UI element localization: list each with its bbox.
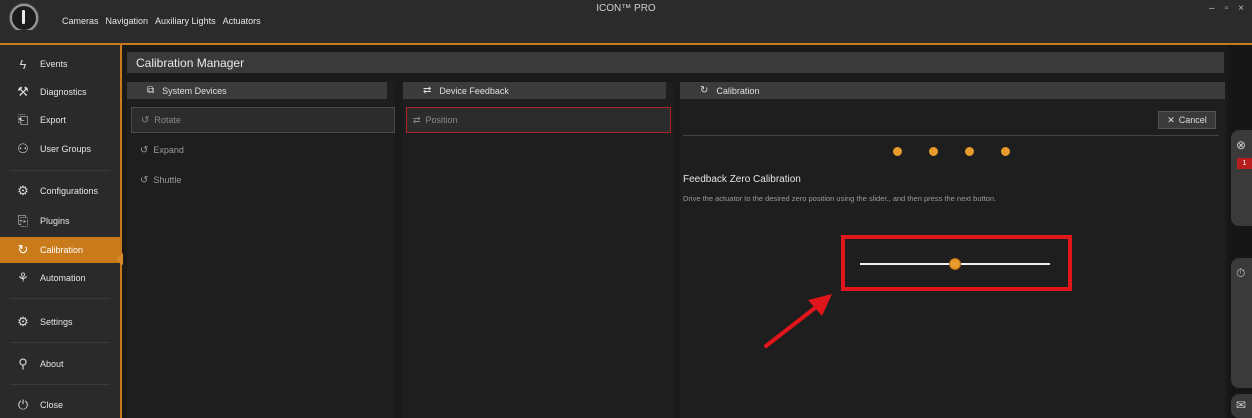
devices-icon: ⧉ (147, 85, 155, 96)
menu-bar (0, 30, 1252, 43)
sidebar-item-events[interactable]: ϟ Events (0, 51, 120, 77)
device-item-expand[interactable]: ↺ Expand (131, 137, 395, 163)
sidebar-divider (10, 298, 110, 299)
sidebar-item-label: Events (40, 59, 68, 69)
timer-icon: ⏱ (1236, 266, 1246, 280)
system-devices-panel: ⧉ System Devices ↺ Rotate ↺ Expand ↺ Shu… (127, 82, 395, 418)
device-label: Rotate (154, 115, 181, 125)
page-title: Calibration Manager (136, 56, 245, 70)
sidebar-divider (10, 170, 110, 171)
device-label: Shuttle (153, 175, 182, 185)
sidebar-item-label: Settings (40, 317, 73, 327)
settings-icon: ⚙ (17, 314, 29, 329)
window-controls: – ▫ × (1209, 3, 1244, 14)
nav-auxiliary-lights[interactable]: Auxiliary Lights (155, 16, 216, 30)
minimize-button[interactable]: – (1209, 3, 1215, 14)
rotate-icon: ↺ (140, 144, 149, 156)
divider (683, 135, 1219, 136)
sidebar: ϟ Events ⚒ Diagnostics ⎗ Export ⚇ User G… (0, 45, 122, 418)
nav-navigation[interactable]: Navigation (106, 16, 149, 30)
nav-cameras[interactable]: Cameras (62, 16, 99, 30)
sidebar-divider (10, 342, 110, 343)
sidebar-item-label: About (40, 359, 64, 369)
sidebar-item-label: Close (40, 400, 64, 410)
automation-icon: ⚘ (17, 270, 29, 285)
calibration-heading: Feedback Zero Calibration (683, 174, 801, 185)
device-feedback-panel: ⇄ Device Feedback ⇄ Position (403, 82, 673, 418)
device-label: Expand (153, 145, 184, 155)
panel-header: ⧉ System Devices (127, 82, 387, 99)
step-indicator (893, 147, 1010, 156)
step-dot (893, 147, 902, 156)
plugin-icon: ⎘ (17, 213, 29, 228)
feedback-icon: ⇄ (413, 114, 421, 125)
sidebar-item-label: Automation (40, 273, 86, 283)
about-icon: ⚲ (18, 356, 28, 371)
sidebar-item-diagnostics[interactable]: ⚒ Diagnostics (0, 79, 120, 105)
users-icon: ⚇ (17, 141, 29, 156)
panel-title: Calibration (716, 85, 760, 96)
panel-header: ⇄ Device Feedback (403, 82, 666, 99)
gears-icon: ⚙ (17, 183, 29, 198)
slider-highlight-box (841, 235, 1072, 291)
sidebar-item-plugins[interactable]: ⎘ Plugins (0, 208, 120, 234)
close-circle-icon[interactable]: ⊗ (1236, 138, 1246, 152)
sidebar-item-label: Export (40, 115, 67, 125)
cancel-button[interactable]: ✕ Cancel (1158, 111, 1216, 129)
calibration-panel: ↻ Calibration ✕ Cancel Feedback Zero Cal… (680, 82, 1225, 418)
step-dot (1001, 147, 1010, 156)
sidebar-item-label: Plugins (40, 216, 70, 226)
calibration-icon: ↻ (700, 85, 709, 96)
top-navigation: Cameras Navigation Auxiliary Lights Actu… (62, 16, 261, 30)
calibration-instructions: Drive the actuator to the desired zero p… (683, 194, 997, 203)
usb-icon: ⎗ (17, 112, 29, 127)
sidebar-item-label: Configurations (40, 186, 99, 196)
feedback-label: Position (425, 115, 458, 125)
power-icon: ⏻ (17, 397, 29, 412)
feedback-item-position[interactable]: ⇄ Position (406, 107, 671, 133)
panel-header: ↻ Calibration (680, 82, 1225, 99)
sidebar-item-calibration[interactable]: ↻ Calibration (0, 237, 120, 263)
sidebar-item-settings[interactable]: ⚙ Settings (0, 309, 120, 335)
sidebar-item-about[interactable]: ⚲ About (0, 351, 120, 377)
sidebar-divider (10, 384, 110, 385)
close-icon: ✕ (1167, 114, 1175, 125)
annotation-arrow-icon (764, 294, 832, 348)
mail-icon: ✉ (1236, 398, 1247, 412)
sidebar-item-label: Calibration (40, 245, 84, 255)
notification-badge: 1 (1237, 158, 1252, 169)
sidebar-item-export[interactable]: ⎗ Export (0, 107, 120, 133)
cancel-label: Cancel (1178, 115, 1207, 125)
nav-accent-line (0, 43, 1252, 45)
device-item-shuttle[interactable]: ↺ Shuttle (131, 167, 395, 193)
main-header: Calibration Manager (127, 52, 1224, 73)
nav-actuators[interactable]: Actuators (223, 16, 261, 30)
device-item-rotate[interactable]: ↺ Rotate (131, 107, 395, 133)
lightning-icon: ϟ (19, 56, 27, 72)
rotate-icon: ↺ (140, 174, 149, 186)
panel-title: Device Feedback (439, 85, 509, 96)
step-dot (965, 147, 974, 156)
close-window-button[interactable]: × (1238, 3, 1244, 14)
sidebar-item-user-groups[interactable]: ⚇ User Groups (0, 136, 120, 162)
wrench-icon: ⚒ (17, 84, 29, 99)
feedback-icon: ⇄ (423, 85, 432, 96)
restore-button[interactable]: ▫ (1225, 3, 1229, 14)
step-dot (929, 147, 938, 156)
sidebar-item-automation[interactable]: ⚘ Automation (0, 265, 120, 291)
sidebar-item-label: User Groups (40, 144, 92, 154)
calibration-icon: ↻ (17, 242, 29, 257)
sidebar-item-close[interactable]: ⏻ Close (0, 392, 120, 418)
active-indicator (116, 253, 123, 265)
rotate-icon: ↺ (141, 114, 150, 126)
sidebar-item-label: Diagnostics (40, 87, 87, 97)
app-title: ICON™ PRO (596, 3, 656, 14)
sidebar-item-configurations[interactable]: ⚙ Configurations (0, 178, 120, 204)
panel-title: System Devices (162, 85, 227, 96)
slider-thumb[interactable] (949, 258, 961, 270)
